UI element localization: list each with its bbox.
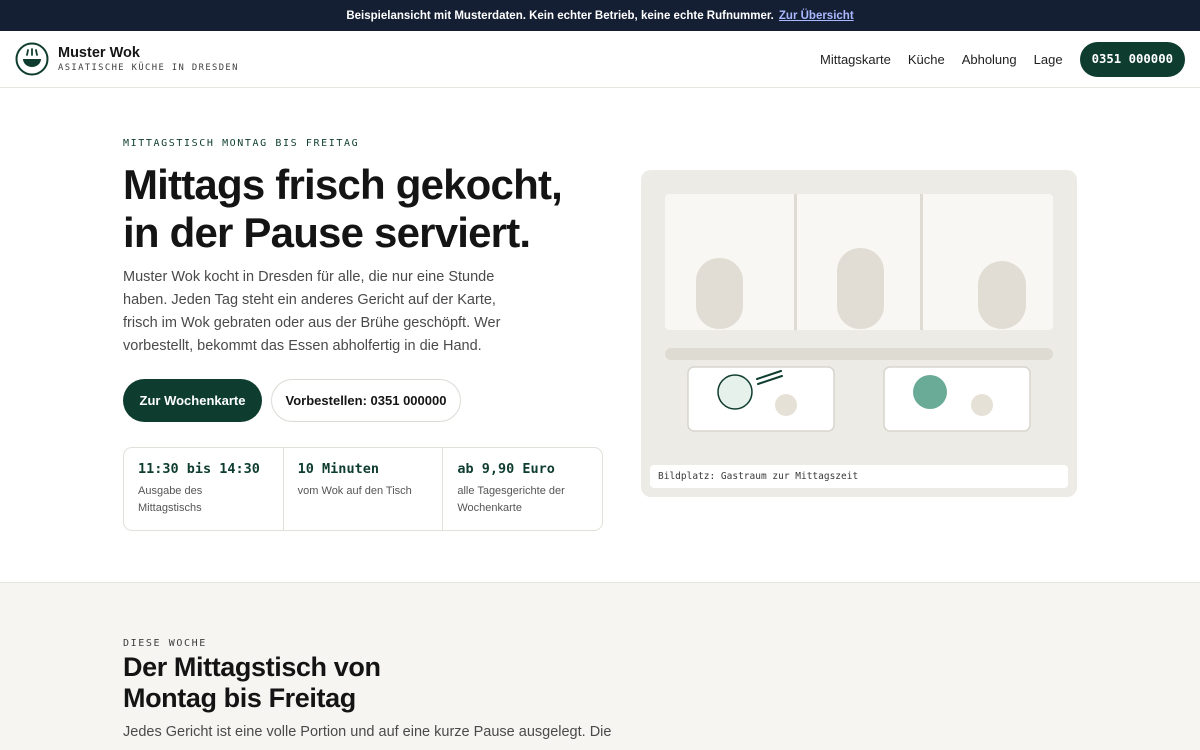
nav-item-kueche[interactable]: Küche [908, 52, 945, 67]
week-title-line-1: Der Mittagstisch von [123, 652, 381, 682]
preorder-phone-button[interactable]: Vorbestellen: 0351 000000 [271, 379, 461, 422]
hero-section: MITTAGSTISCH MONTAG BIS FREITAG Mittags … [0, 88, 1200, 582]
brand-logo-link[interactable]: Muster Wok ASIATISCHE KÜCHE IN DRESDEN [15, 42, 239, 76]
hero-lead-text: Muster Wok kocht in Dresden für alle, di… [123, 269, 501, 354]
dining-room-illustration: Bildplatz: Gastraum zur Mittagszeit [641, 170, 1077, 497]
weekly-menu-section: DIESE WOCHE Der Mittagstisch von Montag … [0, 582, 1200, 750]
fact-value: ab 9,90 Euro [457, 461, 555, 477]
image-caption: Bildplatz: Gastraum zur Mittagszeit [650, 465, 1068, 488]
site-header: Muster Wok ASIATISCHE KÜCHE IN DRESDEN M… [0, 31, 1200, 88]
brand-subtitle: ASIATISCHE KÜCHE IN DRESDEN [58, 62, 239, 73]
fact-label: vom Wok auf den Tisch [297, 485, 412, 497]
hero-eyebrow: MITTAGSTISCH MONTAG BIS FREITAG [123, 138, 360, 149]
nav-item-mittagskarte[interactable]: Mittagskarte [820, 52, 891, 67]
fact-hours: 11:30 bis 14:30 Ausgabe des Mittagstisch… [124, 448, 284, 530]
weekly-menu-button[interactable]: Zur Wochenkarte [123, 379, 262, 422]
facts-box: 11:30 bis 14:30 Ausgabe des Mittagstisch… [123, 447, 603, 531]
dining-room-placeholder-image [665, 194, 1053, 432]
fact-value: 10 Minuten [297, 461, 379, 477]
hero-title: Mittags frisch gekocht, in der Pause ser… [123, 161, 643, 257]
main-nav: Mittagskarte Küche Abholung Lage 0351 00… [803, 41, 1185, 77]
phone-button[interactable]: 0351 000000 [1079, 41, 1185, 77]
demo-notice-text: Beispielansicht mit Musterdaten. Kein ec… [346, 9, 774, 22]
fact-value: 11:30 bis 14:30 [138, 461, 260, 477]
fact-label: Ausgabe des Mittagstischs [138, 485, 203, 514]
fact-speed: 10 Minuten vom Wok auf den Tisch [284, 448, 444, 530]
week-title-line-2: Montag bis Freitag [123, 683, 356, 713]
week-eyebrow: DIESE WOCHE [123, 638, 207, 649]
hero-title-line-1: Mittags frisch gekocht, [123, 161, 563, 208]
week-intro-text: Jedes Gericht ist eine volle Portion und… [123, 724, 612, 740]
brand-text: Muster Wok ASIATISCHE KÜCHE IN DRESDEN [58, 44, 239, 73]
demo-notice-bar: Beispielansicht mit Musterdaten. Kein ec… [0, 0, 1200, 31]
nav-item-lage[interactable]: Lage [1034, 52, 1063, 67]
overview-link[interactable]: Zur Übersicht [779, 10, 854, 22]
fact-price: ab 9,90 Euro alle Tagesgerichte der Woch… [443, 448, 602, 530]
bowl-logo-icon [15, 42, 49, 76]
week-title: Der Mittagstisch von Montag bis Freitag [123, 652, 381, 714]
brand-name: Muster Wok [58, 44, 140, 61]
fact-label: alle Tagesgerichte der Wochenkarte [457, 485, 565, 514]
hero-title-line-2: in der Pause serviert. [123, 209, 531, 256]
nav-item-abholung[interactable]: Abholung [962, 52, 1017, 67]
